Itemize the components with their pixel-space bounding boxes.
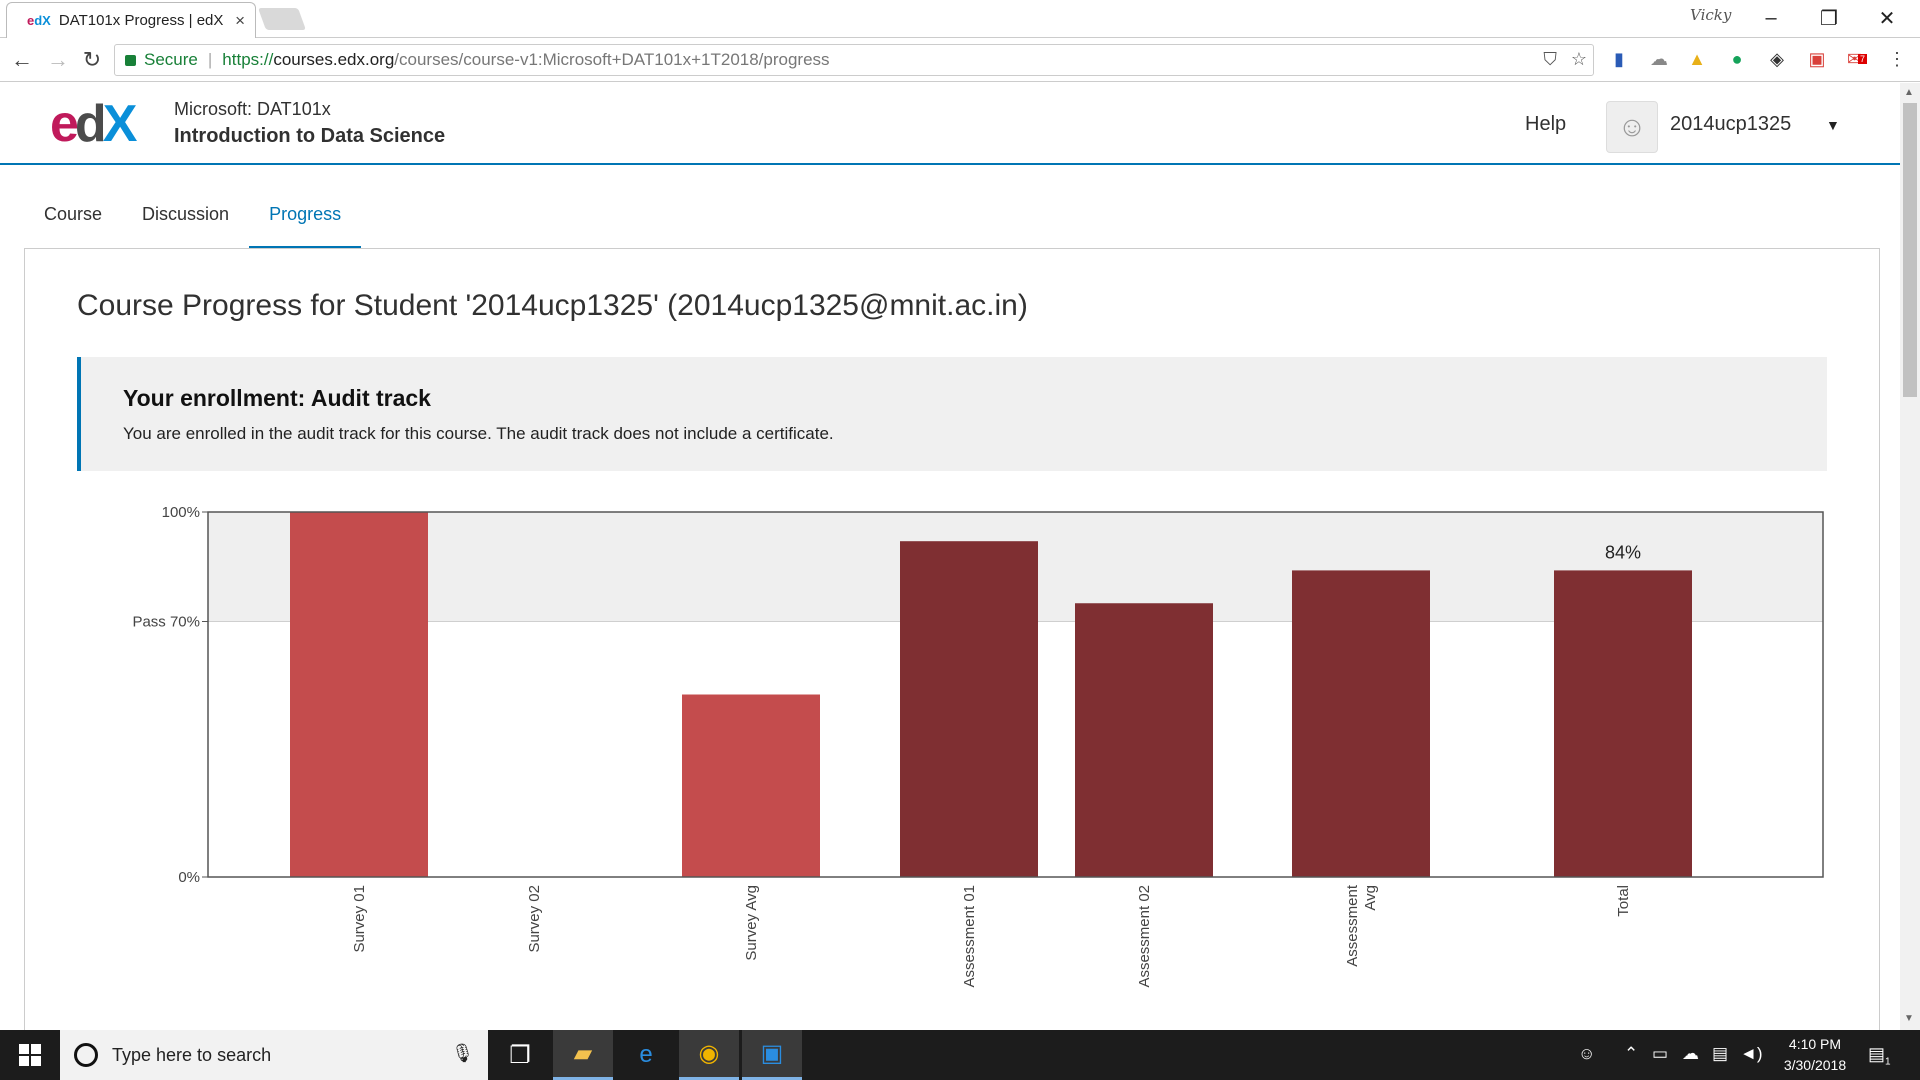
back-arrow-icon[interactable]: ← xyxy=(8,46,36,74)
tab-discussion[interactable]: Discussion xyxy=(122,194,249,250)
task-view-icon[interactable]: ❐ xyxy=(490,1030,550,1080)
taskbar-clock[interactable]: 4:10 PM 3/30/2018 xyxy=(1770,1034,1860,1076)
help-link[interactable]: Help xyxy=(1525,113,1566,136)
browser-menu-icon[interactable]: ⋮ xyxy=(1884,46,1910,72)
page-scrollbar[interactable]: ▲ ▼ xyxy=(1900,83,1920,1030)
grammarly-icon[interactable]: ● xyxy=(1724,46,1750,72)
tray-chevron-up-icon[interactable]: ⌃ xyxy=(1624,1044,1638,1064)
chart-bar xyxy=(1292,570,1430,877)
scroll-down-icon[interactable]: ▼ xyxy=(1904,1013,1914,1024)
progress-panel: Course Progress for Student '2014ucp1325… xyxy=(24,248,1880,1048)
mail-icon[interactable]: ✉ 7 xyxy=(1844,46,1870,72)
url-host: courses.edx.org xyxy=(273,50,395,69)
x-tick-label-group: Survey 01 xyxy=(351,885,368,953)
course-tabs: Course Discussion Progress xyxy=(24,194,362,250)
x-tick-label-group: Survey 02 xyxy=(526,885,543,953)
x-tick-label: Assessment 01 xyxy=(961,885,978,988)
course-name: Introduction to Data Science xyxy=(174,125,446,147)
grade-chart: Survey 01 Survey 02 Survey Avg Assessment 0… xyxy=(132,504,1824,988)
start-button[interactable] xyxy=(0,1030,60,1080)
bookmark-star-icon[interactable]: ☆ xyxy=(1571,49,1587,70)
cortana-icon xyxy=(74,1043,98,1067)
taskbar-search[interactable]: Type here to search 🎙 xyxy=(60,1030,488,1080)
x-tick-label: Total xyxy=(1615,885,1632,917)
secure-label: Secure xyxy=(144,50,198,69)
onedrive-cloud-icon[interactable]: ☁ xyxy=(1682,1044,1699,1064)
scroll-up-icon[interactable]: ▲ xyxy=(1904,87,1914,98)
tab-title: DAT101x Progress | edX xyxy=(58,12,224,29)
y-tick-label: 0% xyxy=(178,869,200,886)
x-tick-label-group: Total xyxy=(1615,885,1632,917)
tab-progress[interactable]: Progress xyxy=(249,194,362,250)
people-icon[interactable]: ☺ xyxy=(1578,1044,1595,1064)
x-tick-label-group: Survey Avg xyxy=(743,885,760,961)
scrollbar-thumb[interactable] xyxy=(1903,103,1917,397)
browser-toolbar: ← → ↻ Secure | https://courses.edx.org/c… xyxy=(0,38,1920,82)
clock-time: 4:10 PM xyxy=(1788,1036,1842,1052)
url-path: /courses/course-v1:Microsoft+DAT101x+1T2… xyxy=(394,50,830,69)
x-tick-label: Avg xyxy=(1362,885,1379,911)
y-tick-label: 100% xyxy=(162,504,200,521)
chart-bar xyxy=(290,512,428,877)
drive-icon[interactable]: ▲ xyxy=(1684,46,1710,72)
edx-favicon-icon: edX xyxy=(27,13,51,28)
tab-close-icon[interactable]: × xyxy=(235,11,245,31)
y-tick-label: Pass 70% xyxy=(132,614,200,631)
close-window-button[interactable]: ✕ xyxy=(1858,2,1916,34)
x-tick-label-group: Assessment Avg xyxy=(1344,884,1379,967)
network-icon[interactable]: ▤ xyxy=(1712,1044,1728,1064)
lightbulb-icon[interactable]: ◈ xyxy=(1764,46,1790,72)
forward-arrow-icon[interactable]: → xyxy=(44,46,72,74)
avatar[interactable]: ☺ xyxy=(1606,101,1658,153)
chrome-icon[interactable]: ◉ xyxy=(679,1030,739,1080)
x-tick-label: Assessment xyxy=(1344,884,1361,967)
x-tick-label: Survey Avg xyxy=(743,885,760,961)
address-bar[interactable]: Secure | https://courses.edx.org/courses… xyxy=(114,44,1594,76)
site-permissions-icon[interactable]: ⛉ xyxy=(1543,49,1557,70)
lock-icon xyxy=(125,54,136,66)
site-header: edX Microsoft: DAT101x Introduction to D… xyxy=(0,83,1900,165)
chart-bar xyxy=(1554,570,1692,877)
file-explorer-icon[interactable]: ▰ xyxy=(553,1030,613,1080)
x-tick-label: Assessment 02 xyxy=(1136,885,1153,988)
x-tick-label-group: Assessment 02 xyxy=(1136,885,1153,988)
browser-tab-strip: edX DAT101x Progress | edX × Vicky – ❐ ✕ xyxy=(0,0,1920,38)
bookmark-icon[interactable]: ▮ xyxy=(1606,46,1632,72)
action-center-icon[interactable]: ▤1 xyxy=(1868,1044,1891,1068)
x-tick-label: Survey 01 xyxy=(351,885,368,953)
minimize-button[interactable]: – xyxy=(1742,2,1800,34)
chart-bar xyxy=(900,541,1038,877)
username[interactable]: 2014ucp1325 xyxy=(1670,113,1791,136)
chevron-down-icon[interactable]: ▼ xyxy=(1826,117,1840,133)
restore-button[interactable]: ❐ xyxy=(1800,2,1858,34)
cloud-icon[interactable]: ☁ xyxy=(1646,46,1672,72)
clock-date: 3/30/2018 xyxy=(1783,1057,1847,1073)
browser-profile-name[interactable]: Vicky xyxy=(1690,6,1731,24)
tab-course[interactable]: Course xyxy=(24,194,122,250)
reload-icon[interactable]: ↻ xyxy=(78,46,106,74)
toolbox-icon[interactable]: ▣ xyxy=(1804,46,1830,72)
browser-tab[interactable]: edX DAT101x Progress | edX × xyxy=(6,2,256,38)
volume-icon[interactable]: ◄) xyxy=(1740,1044,1763,1064)
edge-browser-icon[interactable]: e xyxy=(616,1030,676,1080)
data-label: 84% xyxy=(1605,542,1641,562)
new-tab-button[interactable] xyxy=(257,8,307,30)
search-placeholder: Type here to search xyxy=(112,1044,272,1065)
microphone-icon[interactable]: 🎙 xyxy=(451,1043,474,1064)
omnibox-divider: | xyxy=(207,50,213,69)
edx-logo[interactable]: edX xyxy=(50,98,137,150)
extension-badge: 7 xyxy=(1858,54,1868,64)
x-tick-label-group: Assessment 01 xyxy=(961,885,978,988)
windows-taskbar: Type here to search 🎙 ❐ ▰ e ◉ ▣ ☺ ⌃ ▭ ☁ … xyxy=(0,1030,1920,1080)
x-tick-label: Survey 02 xyxy=(526,885,543,953)
chart-bar xyxy=(1075,603,1213,877)
battery-icon[interactable]: ▭ xyxy=(1652,1044,1668,1064)
chart-bar xyxy=(682,694,820,877)
windows-logo-icon xyxy=(19,1044,41,1066)
course-org: Microsoft: DAT101x xyxy=(174,99,331,119)
window-app-icon[interactable]: ▣ xyxy=(742,1030,802,1080)
url-scheme: https:// xyxy=(222,50,274,69)
notification-count: 1 xyxy=(1885,1056,1891,1068)
